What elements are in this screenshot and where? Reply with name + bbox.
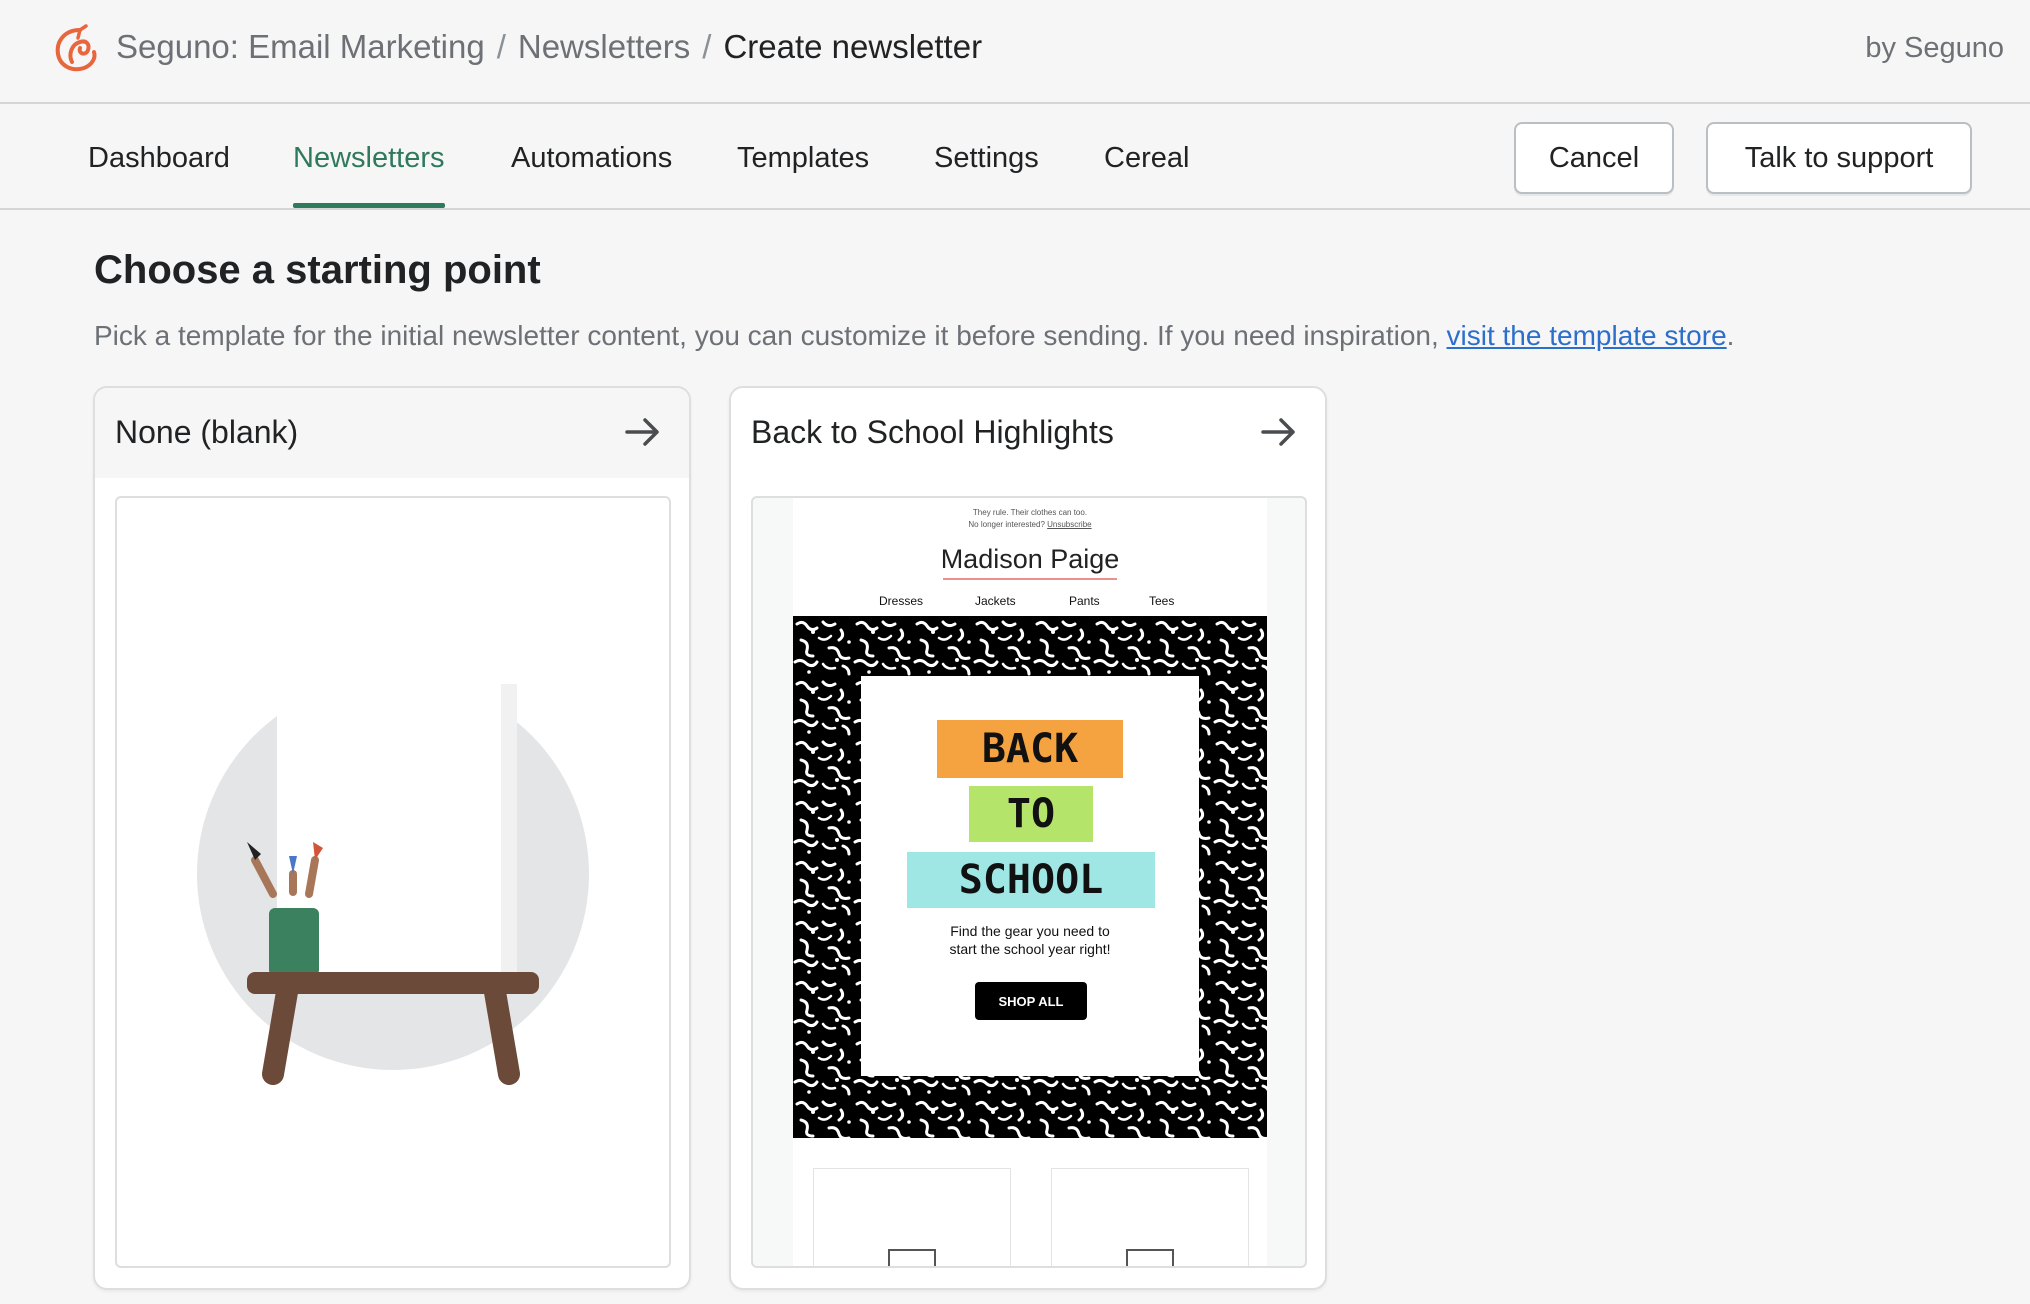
email-preview: They rule. Their clothes can too. No lon… — [793, 498, 1267, 1266]
template-preview: They rule. Their clothes can too. No lon… — [751, 496, 1307, 1268]
hero-word-school: SCHOOL — [907, 852, 1155, 908]
by-seguno-label: by Seguno — [1865, 32, 2004, 64]
tab-settings[interactable]: Settings — [934, 142, 1039, 208]
template-card-blank[interactable]: None (blank) — [93, 386, 691, 1290]
top-bar: Seguno: Email Marketing / Newsletters / … — [0, 0, 2030, 104]
arrow-right-icon[interactable] — [1261, 416, 1297, 448]
tab-cereal[interactable]: Cereal — [1104, 142, 1189, 208]
email-nav-item: Dresses — [879, 594, 924, 608]
breadcrumb: Seguno: Email Marketing / Newsletters / … — [116, 28, 982, 66]
card-title: None (blank) — [115, 414, 299, 450]
shop-all-button: SHOP ALL — [975, 982, 1087, 1020]
card-title: Back to School Highlights — [751, 414, 1114, 450]
cancel-button[interactable]: Cancel — [1514, 122, 1674, 194]
page-title: Choose a starting point — [94, 248, 541, 292]
tab-templates[interactable]: Templates — [737, 142, 869, 208]
page-description: Pick a template for the initial newslett… — [94, 320, 1734, 352]
blank-preview — [115, 496, 671, 1268]
image-placeholder-icon — [888, 1249, 936, 1266]
talk-to-support-button[interactable]: Talk to support — [1706, 122, 1972, 194]
hero-word-to: TO — [969, 786, 1093, 842]
breadcrumb-separator: / — [496, 28, 506, 65]
hero-subtext-line: Find the gear you need to — [950, 923, 1110, 939]
seguno-logo-icon[interactable] — [50, 24, 102, 76]
image-placeholder-icon — [1126, 1249, 1174, 1266]
breadcrumb-current: Create newsletter — [723, 28, 983, 65]
breadcrumb-newsletters-link[interactable]: Newsletters — [518, 28, 690, 66]
email-nav-item: Jackets — [975, 594, 1016, 608]
description-text: Pick a template for the initial newslett… — [94, 320, 1447, 351]
tab-newsletters[interactable]: Newsletters — [293, 142, 445, 208]
tab-dashboard[interactable]: Dashboard — [88, 142, 230, 208]
composition-notebook-pattern: BACK TO SCHOOL Find the gear you need to… — [793, 616, 1267, 1138]
hero-subtext: Find the gear you need to start the scho… — [861, 922, 1199, 958]
breadcrumb-separator: / — [702, 28, 712, 65]
breadcrumb-app-link[interactable]: Seguno: Email Marketing — [116, 28, 485, 66]
template-store-link[interactable]: visit the template store — [1447, 320, 1727, 351]
template-card-back-to-school[interactable]: Back to School Highlights They rule. The… — [729, 386, 1327, 1290]
unsubscribe-link: Unsubscribe — [1047, 520, 1092, 529]
product-placeholder — [813, 1168, 1011, 1266]
hero-word-back: BACK — [937, 720, 1123, 778]
description-end: . — [1726, 320, 1735, 351]
card-header: None (blank) — [95, 388, 689, 478]
email-preheader: They rule. Their clothes can too. — [972, 508, 1088, 517]
email-brand: Madison Paige — [940, 544, 1120, 574]
main-nav: Dashboard Newsletters Automations Templa… — [0, 106, 2030, 210]
brand-underline — [943, 578, 1117, 580]
tab-automations[interactable]: Automations — [511, 142, 672, 208]
easel-illustration-icon — [197, 674, 589, 1085]
product-placeholder — [1051, 1168, 1249, 1266]
email-unsubscribe-line: No longer interested? Unsubscribe — [793, 520, 1267, 529]
card-header: Back to School Highlights — [731, 388, 1325, 478]
email-nav-item: Tees — [1149, 594, 1175, 608]
email-nav-item: Pants — [1069, 594, 1100, 608]
hero-panel: BACK TO SCHOOL Find the gear you need to… — [861, 676, 1199, 1076]
unsubscribe-prompt: No longer interested? — [968, 520, 1048, 529]
hero-subtext-line: start the school year right! — [949, 941, 1111, 957]
arrow-right-icon[interactable] — [625, 416, 661, 448]
